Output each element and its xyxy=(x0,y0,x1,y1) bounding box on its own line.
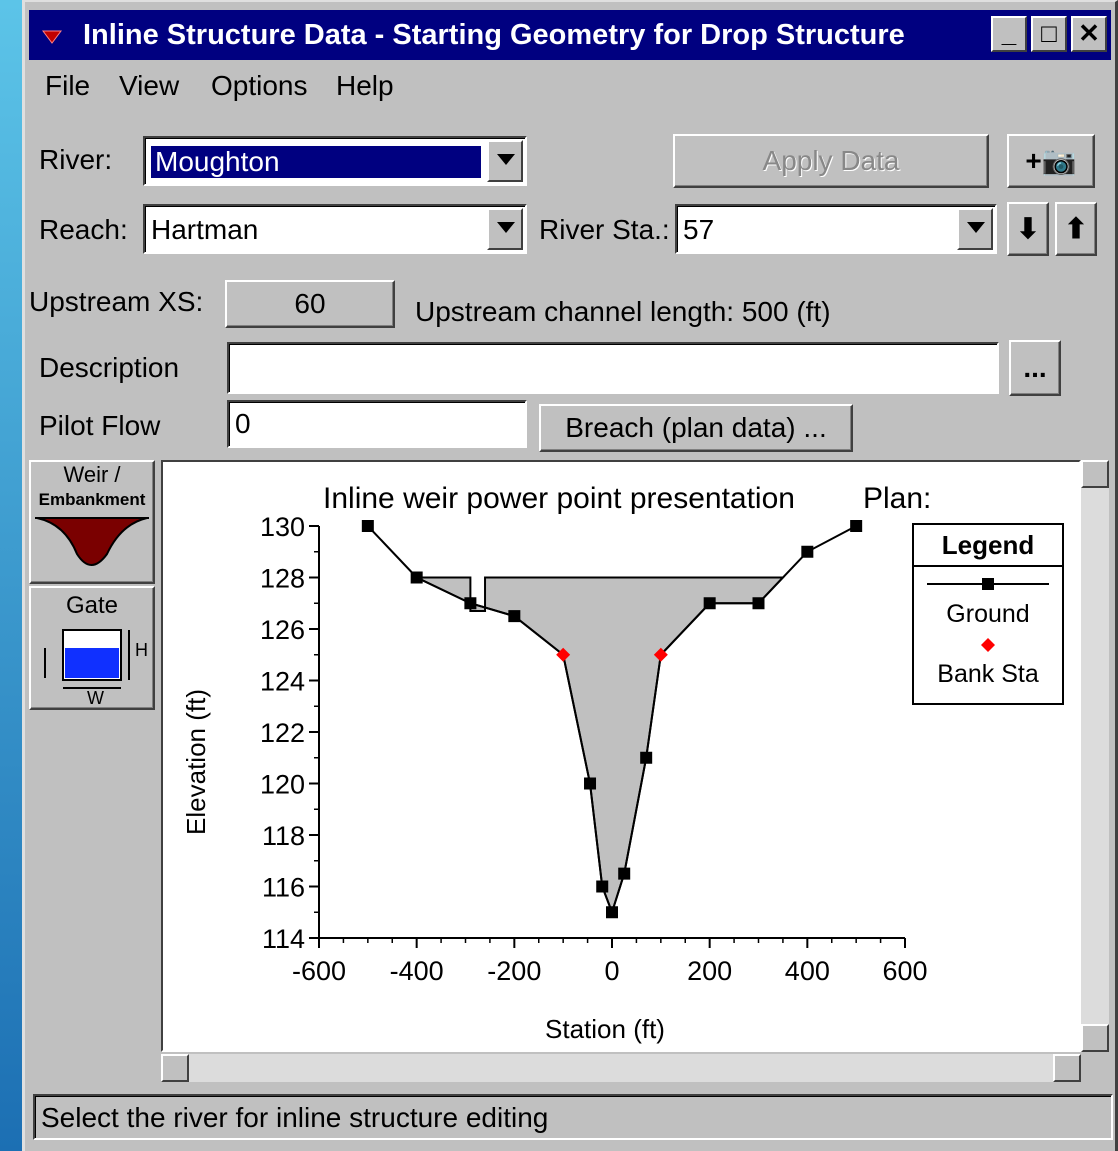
vertical-scrollbar[interactable] xyxy=(1081,460,1109,1052)
y-tick-label: 126 xyxy=(260,615,305,645)
maximize-button[interactable]: □ xyxy=(1031,16,1067,52)
chart-title: Inline weir power point presentation xyxy=(323,482,795,515)
add-picture-button[interactable]: +📷 xyxy=(1007,134,1095,188)
chart-legend: Legend Ground Bank Sta xyxy=(912,523,1064,705)
x-tick-label: 400 xyxy=(785,956,830,986)
app-icon[interactable] xyxy=(41,25,63,47)
ground-point xyxy=(584,777,597,790)
arrow-down-icon: ⬇ xyxy=(1016,213,1040,244)
y-tick-label: 120 xyxy=(260,770,305,800)
description-edit-button[interactable]: ... xyxy=(1009,340,1061,396)
scroll-up-button[interactable] xyxy=(1081,460,1109,488)
cross-section-plot: Inline weir power point presentation Pla… xyxy=(161,460,1081,1052)
ground-point xyxy=(508,610,521,623)
description-label: Description xyxy=(39,352,180,383)
plan-label: Plan: xyxy=(863,482,931,515)
window-title: Inline Structure Data - Starting Geometr… xyxy=(83,19,905,51)
ground-point xyxy=(596,880,609,893)
river-select[interactable]: Moughton xyxy=(143,136,527,186)
description-input[interactable] xyxy=(227,342,999,394)
weir-label-line2: Embankment xyxy=(38,490,146,509)
reach-select[interactable]: Hartman xyxy=(143,204,527,254)
x-axis-label: Station (ft) xyxy=(545,1014,665,1044)
apply-data-button[interactable]: Apply Data xyxy=(673,134,989,188)
x-tick-label: -400 xyxy=(390,956,444,986)
river-sta-value: 57 xyxy=(683,214,715,245)
y-tick-label: 128 xyxy=(260,564,305,594)
x-tick-label: -200 xyxy=(487,956,541,986)
ground-point xyxy=(752,597,765,610)
y-tick-label: 114 xyxy=(262,924,305,954)
arrow-up-icon: ⬆ xyxy=(1064,213,1088,244)
legend-bank-label: Bank Sta xyxy=(937,660,1039,688)
maximize-icon: □ xyxy=(1041,18,1057,48)
ground-point xyxy=(703,597,716,610)
scroll-right-button[interactable] xyxy=(1053,1054,1081,1082)
menu-help[interactable]: Help xyxy=(336,70,394,102)
ground-point xyxy=(640,751,653,764)
status-bar: Select the river for inline structure ed… xyxy=(33,1094,1113,1140)
gate-w-label: W xyxy=(87,688,104,708)
y-tick-label: 118 xyxy=(262,821,305,851)
ground-point xyxy=(464,597,477,610)
pilot-flow-label: Pilot Flow xyxy=(39,410,161,441)
chevron-down-icon[interactable] xyxy=(487,140,523,182)
gate-button[interactable]: Gate H W xyxy=(29,586,155,710)
legend-ground-label: Ground xyxy=(946,600,1029,628)
y-axis-label: Elevation (ft) xyxy=(181,689,211,835)
close-button[interactable]: ✕ xyxy=(1071,16,1107,52)
x-tick-label: -600 xyxy=(292,956,346,986)
ground-point xyxy=(850,520,863,532)
x-tick-label: 0 xyxy=(604,956,619,986)
menu-options[interactable]: Options xyxy=(211,70,308,102)
y-tick-label: 130 xyxy=(260,512,305,542)
chevron-down-icon[interactable] xyxy=(487,208,523,250)
camera-icon: +📷 xyxy=(1025,145,1077,176)
title-bar[interactable]: Inline Structure Data - Starting Geometr… xyxy=(29,10,1111,60)
close-icon: ✕ xyxy=(1078,18,1100,48)
menu-file[interactable]: File xyxy=(45,70,90,102)
ground-point xyxy=(361,520,374,532)
y-tick-label: 116 xyxy=(262,873,305,903)
pilot-flow-value: 0 xyxy=(235,408,251,439)
reach-label: Reach: xyxy=(39,214,128,245)
ground-point xyxy=(410,571,423,584)
upstream-length-text: Upstream channel length: 500 (ft) xyxy=(415,296,831,327)
ground-point xyxy=(801,545,814,558)
y-tick-label: 122 xyxy=(260,718,305,748)
scroll-left-button[interactable] xyxy=(161,1054,189,1082)
chevron-down-icon[interactable] xyxy=(957,208,993,250)
scroll-down-button[interactable] xyxy=(1081,1024,1109,1052)
pilot-flow-input[interactable]: 0 xyxy=(227,400,527,448)
legend-title: Legend xyxy=(942,530,1034,560)
minimize-button[interactable]: _ xyxy=(991,16,1027,52)
next-up-button[interactable]: ⬆ xyxy=(1055,202,1097,256)
next-down-button[interactable]: ⬇ xyxy=(1007,202,1049,256)
upstream-xs-button[interactable]: 60 xyxy=(225,280,395,328)
breach-button[interactable]: Breach (plan data) ... xyxy=(539,404,853,452)
legend-ground-marker xyxy=(982,578,994,590)
menu-view[interactable]: View xyxy=(119,70,179,102)
weir-embankment-icon xyxy=(35,517,149,566)
minimize-icon: _ xyxy=(1001,18,1017,48)
ground-point xyxy=(618,867,631,880)
river-sta-label: River Sta.: xyxy=(539,214,670,245)
cross-section-chart: Inline weir power point presentation Pla… xyxy=(181,482,1064,1044)
weir-embankment-button[interactable]: Weir / Embankment xyxy=(29,460,155,584)
horizontal-scrollbar[interactable] xyxy=(161,1054,1081,1082)
reach-select-value: Hartman xyxy=(151,214,259,245)
status-text: Select the river for inline structure ed… xyxy=(41,1102,549,1133)
ground-point xyxy=(606,906,618,919)
inline-structure-window: Inline Structure Data - Starting Geometr… xyxy=(22,0,1118,1151)
river-sta-select[interactable]: 57 xyxy=(675,204,997,254)
gate-label: Gate xyxy=(65,592,119,619)
x-tick-label: 200 xyxy=(687,956,732,986)
river-select-value: Moughton xyxy=(151,146,481,178)
y-tick-label: 124 xyxy=(260,667,305,697)
x-tick-label: 600 xyxy=(882,956,927,986)
weir-label-line1: Weir / xyxy=(63,462,121,487)
upstream-xs-label: Upstream XS: xyxy=(29,286,204,317)
river-label: River: xyxy=(39,144,113,175)
gate-h-label: H xyxy=(135,640,148,660)
